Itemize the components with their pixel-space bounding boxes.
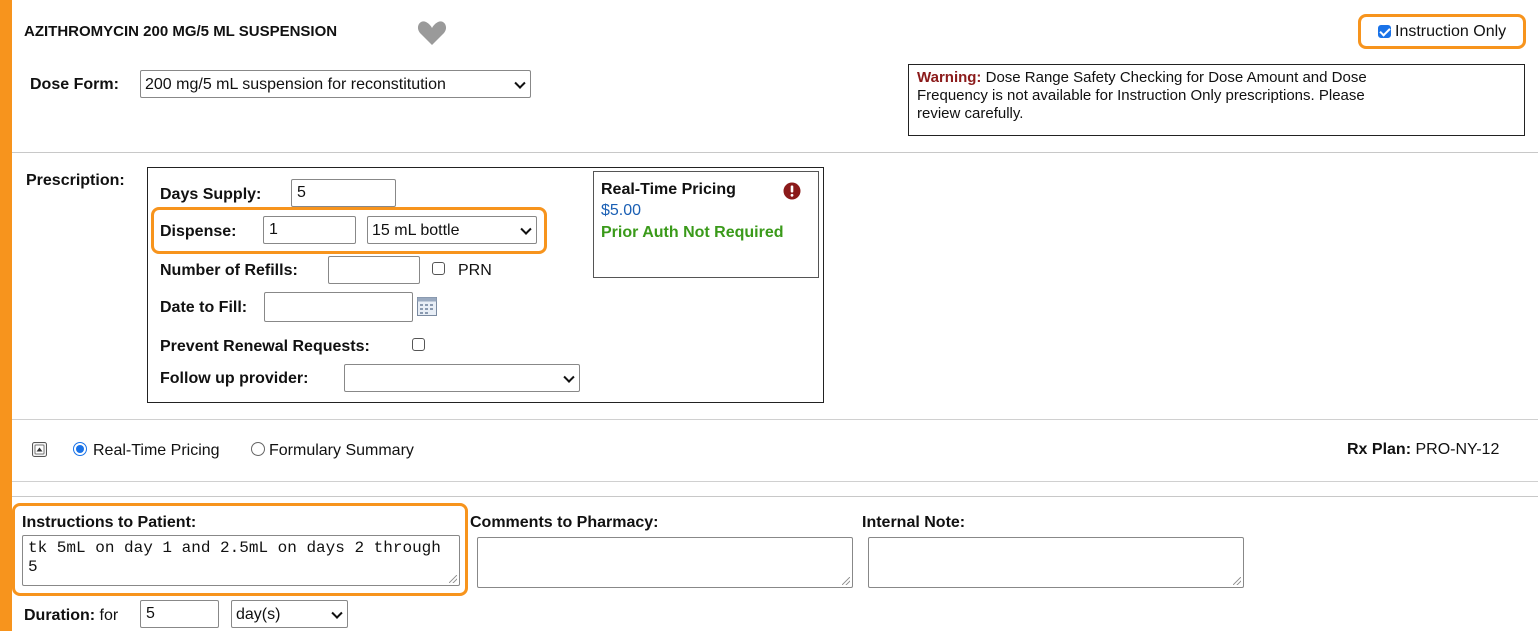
prescription-label: Prescription: [26, 172, 125, 189]
date-to-fill-input[interactable] [264, 292, 413, 322]
pricing-price: $5.00 [601, 202, 642, 219]
collapse-icon[interactable] [32, 442, 47, 457]
instructions-textarea-wrap: tk 5mL on day 1 and 2.5mL on days 2 thro… [22, 535, 460, 586]
refills-input[interactable] [328, 256, 420, 284]
exclamation-icon[interactable] [783, 182, 801, 200]
warning-line-3: review carefully. [917, 105, 1024, 122]
internal-note-textarea-wrap [868, 537, 1244, 588]
internal-note-label: Internal Note: [862, 514, 966, 531]
pricing-toggle-bar [12, 419, 1538, 482]
warning-box: Warning: Dose Range Safety Checking for … [908, 64, 1525, 136]
prior-auth-status: Prior Auth Not Required [601, 224, 784, 241]
radio-real-time-pricing[interactable] [73, 442, 87, 456]
radio-formulary-summary-label: Formulary Summary [269, 442, 414, 459]
rx-plan-value: PRO-NY-12 [1411, 441, 1500, 458]
drug-title: AZITHROMYCIN 200 MG/5 ML SUSPENSION [24, 23, 338, 40]
follow-up-label: Follow up provider: [160, 370, 309, 387]
prevent-renewal-checkbox[interactable] [412, 338, 425, 351]
comments-textarea[interactable] [477, 537, 853, 588]
dispense-label: Dispense: [160, 223, 237, 240]
follow-up-select-input[interactable] [344, 364, 580, 392]
heart-icon[interactable] [417, 20, 447, 46]
prescription-panel: AZITHROMYCIN 200 MG/5 ML SUSPENSION Inst… [12, 0, 1538, 631]
dose-form-label: Dose Form: [30, 76, 119, 93]
date-to-fill-label: Date to Fill: [160, 299, 248, 316]
instruction-only-checkbox[interactable] [1378, 25, 1391, 38]
follow-up-select[interactable] [344, 364, 580, 392]
calendar-icon[interactable] [417, 297, 437, 316]
warning-prefix: Warning: [917, 69, 982, 86]
refills-label: Number of Refills: [160, 262, 298, 279]
dispense-quantity-input[interactable] [263, 216, 356, 244]
warning-line-2: Frequency is not available for Instructi… [917, 87, 1365, 104]
days-supply-label: Days Supply: [160, 186, 262, 203]
duration-for-text: for [95, 607, 119, 624]
radio-real-time-pricing-label: Real-Time Pricing [93, 442, 220, 459]
prn-checkbox[interactable] [432, 262, 445, 275]
prevent-renewal-label: Prevent Renewal Requests: [160, 338, 370, 355]
divider-2 [12, 496, 1538, 497]
instructions-textarea[interactable]: tk 5mL on day 1 and 2.5mL on days 2 thro… [22, 535, 460, 586]
duration-input[interactable] [140, 600, 219, 628]
dose-form-select-input[interactable]: 200 mg/5 mL suspension for reconstitutio… [140, 70, 531, 98]
internal-note-textarea[interactable] [868, 537, 1244, 588]
instructions-label: Instructions to Patient: [22, 514, 197, 531]
duration-unit-select-input[interactable]: day(s) [231, 600, 348, 628]
dispense-unit-select[interactable]: 15 mL bottle [367, 216, 537, 244]
comments-label: Comments to Pharmacy: [470, 514, 659, 531]
rx-plan-label: Rx Plan: [1347, 441, 1412, 458]
duration-label-text: Duration: [24, 607, 96, 624]
warning-line-1: Dose Range Safety Checking for Dose Amou… [981, 69, 1367, 86]
pricing-title: Real-Time Pricing [601, 181, 736, 198]
comments-textarea-wrap [477, 537, 853, 588]
dose-form-select[interactable]: 200 mg/5 mL suspension for reconstitutio… [140, 70, 531, 98]
pricing-box: Real-Time Pricing $5.00 Prior Auth Not R… [593, 171, 819, 278]
dispense-unit-select-input[interactable]: 15 mL bottle [367, 216, 537, 244]
duration-label: Duration: for [24, 607, 118, 625]
duration-unit-select[interactable]: day(s) [231, 600, 348, 628]
prn-label: PRN [458, 262, 492, 279]
divider-1 [12, 152, 1538, 153]
radio-formulary-summary[interactable] [251, 442, 265, 456]
rx-plan: Rx Plan: PRO-NY-12 [1347, 441, 1499, 459]
instruction-only-label: Instruction Only [1395, 23, 1507, 40]
days-supply-input[interactable] [291, 179, 396, 207]
